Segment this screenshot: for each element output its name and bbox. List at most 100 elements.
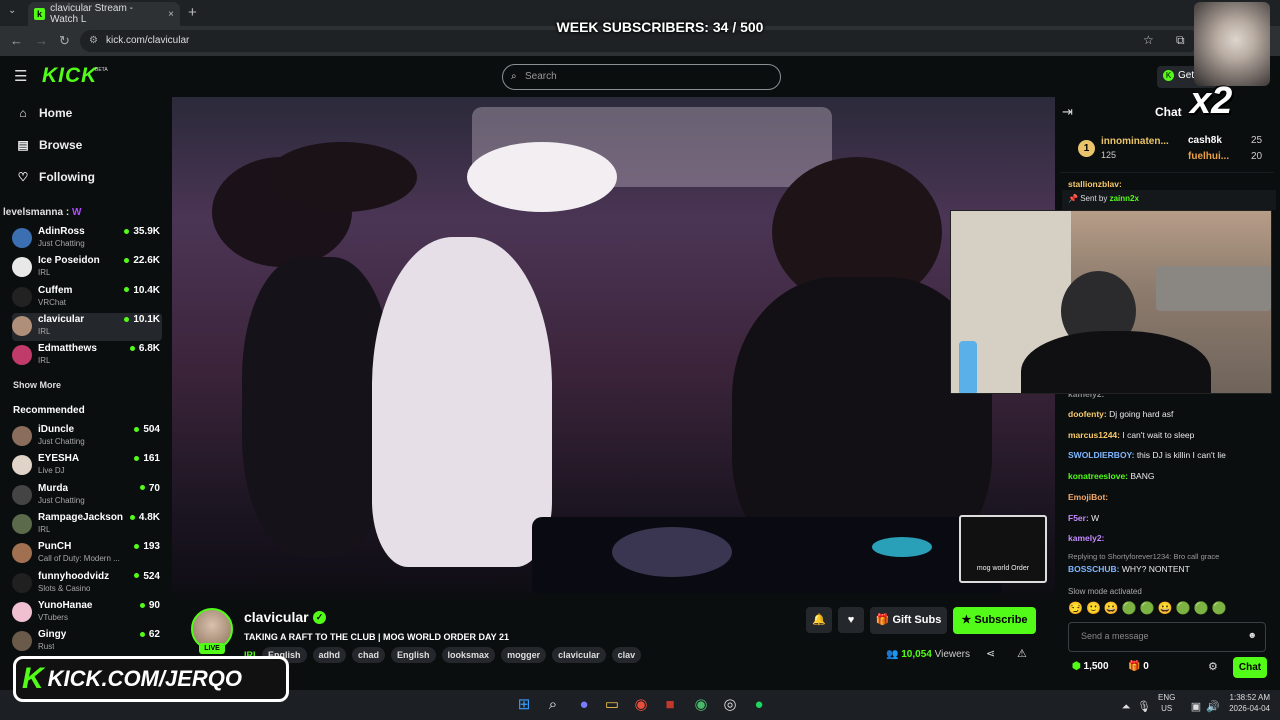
channel-viewers: 524 xyxy=(134,571,160,582)
discord-icon[interactable]: ● xyxy=(574,695,594,715)
chat-username[interactable]: doofenty: xyxy=(1068,409,1107,419)
notification-bell-icon[interactable]: 🔔 xyxy=(806,607,832,633)
bookmark-star-icon[interactable]: ☆ xyxy=(1143,33,1154,47)
channel-name[interactable]: clavicular xyxy=(244,609,309,625)
leader-value: 25 xyxy=(1251,135,1263,146)
chat-username[interactable]: EmojiBot: xyxy=(1068,492,1108,502)
search-input[interactable]: ⌕ Search xyxy=(502,64,781,90)
channel-avatar xyxy=(12,315,32,336)
sidebar-channel[interactable]: EYESHA Live DJ 161 xyxy=(12,452,162,480)
reload-icon[interactable]: ↻ xyxy=(59,33,70,49)
chat-username[interactable]: konatreeslove: xyxy=(1068,471,1128,481)
sidebar-channel[interactable]: Cuffem VRChat 10.4K xyxy=(12,284,162,312)
channel-category: VTubers xyxy=(38,612,68,622)
follow-heart-icon[interactable]: ♥ xyxy=(838,607,864,633)
back-icon[interactable]: ← xyxy=(10,33,23,48)
stream-tag[interactable]: looksmax xyxy=(441,647,496,663)
stream-tool-icon[interactable]: ■ xyxy=(660,695,680,715)
sidebar-channel[interactable]: Edmatthews IRL 6.8K xyxy=(12,342,162,370)
share-icon[interactable]: ⋖ xyxy=(986,647,995,660)
chat-rewards[interactable]: 🎁 0 xyxy=(1128,661,1149,672)
new-tab-button[interactable]: + xyxy=(188,4,197,21)
sidebar-channel[interactable]: Ice Poseidon IRL 22.6K xyxy=(12,254,162,282)
collapse-chat-icon[interactable]: ⇥ xyxy=(1062,104,1073,120)
language-indicator[interactable]: ENG US xyxy=(1158,692,1175,714)
stream-tag[interactable]: mogger xyxy=(501,647,547,663)
beta-label: BETA xyxy=(95,67,108,73)
sidebar-channel[interactable]: Gingy Rust 62 xyxy=(12,628,162,656)
chat-username[interactable]: SWOLDIERBOY: xyxy=(1068,450,1134,460)
sidebar-channel[interactable]: PunCH Call of Duty: Modern ... 193 xyxy=(12,540,162,568)
tab-close-icon[interactable]: × xyxy=(168,9,174,20)
gift-subs-button[interactable]: 🎁 Gift Subs xyxy=(870,607,947,634)
sidebar-nav-home[interactable]: ⌂ Home xyxy=(16,106,72,120)
taskbar-search-icon[interactable]: ⌕ xyxy=(543,695,563,715)
leader-name[interactable]: innominaten... xyxy=(1101,136,1169,147)
sidebar-nav-browse[interactable]: ▤ Browse xyxy=(16,138,82,152)
channel-name: Gingy xyxy=(38,629,67,641)
site-info-icon[interactable]: ⚙ xyxy=(89,30,98,52)
viewer-count: 👥 10,054 Viewers xyxy=(886,649,970,660)
leader-name[interactable]: fuelhui... xyxy=(1188,151,1229,162)
chrome-icon[interactable]: ◉ xyxy=(631,695,651,715)
chrome-profile-icon[interactable]: ◉ xyxy=(691,695,711,715)
nav-label: Following xyxy=(39,170,95,184)
volume-icon[interactable]: 🔊 xyxy=(1203,697,1223,717)
report-icon[interactable]: ⚠ xyxy=(1017,647,1027,660)
tab-title: clavicular Stream - Watch L xyxy=(50,3,133,25)
channel-category: Just Chatting xyxy=(38,437,85,446)
microphone-icon[interactable]: 🎙 xyxy=(1134,697,1154,717)
emote-bar[interactable]: 😏🙂😀🟢🟢😀🟢🟢🟢 xyxy=(1068,601,1229,615)
sidebar-nav-following[interactable]: ♡ Following xyxy=(16,170,95,184)
sidebar-channel[interactable]: Murda Just Chatting 70 xyxy=(12,482,162,510)
chat-settings-gear-icon[interactable]: ⚙ xyxy=(1208,660,1218,673)
pin-icon: 📌 xyxy=(1068,194,1081,203)
send-chat-button[interactable]: Chat xyxy=(1233,657,1267,678)
stream-tag[interactable]: English xyxy=(391,647,436,663)
menu-hamburger-icon[interactable]: ☰ xyxy=(14,67,27,85)
sidebar-channel[interactable]: iDuncle Just Chatting 504 xyxy=(12,423,162,451)
kick-logo[interactable]: KICK xyxy=(42,64,97,88)
tab-search-icon[interactable]: ⌄ xyxy=(8,5,16,16)
stream-tag[interactable]: chad xyxy=(352,647,386,663)
chat-input[interactable]: Send a message ☻ xyxy=(1068,622,1266,652)
channel-avatar xyxy=(12,228,32,248)
windows-start-icon[interactable]: ⊞ xyxy=(514,695,534,715)
spotify-icon[interactable]: ● xyxy=(749,695,769,715)
tray-icons[interactable]: ⏶ xyxy=(1116,697,1136,717)
video-player[interactable] xyxy=(172,97,1055,593)
browser-tab[interactable]: k clavicular Stream - Watch L × xyxy=(28,2,180,26)
forward-icon[interactable]: → xyxy=(35,33,48,48)
emoji-picker-icon[interactable]: ☻ xyxy=(1248,630,1257,640)
chat-username[interactable]: marcus1244: xyxy=(1068,430,1120,440)
sidebar-channel[interactable]: funnyhoodvidz Slots & Casino 524 xyxy=(12,570,162,598)
sidebar-channel[interactable]: clavicular IRL 10.1K xyxy=(12,312,162,341)
subscribe-button[interactable]: ★ Subscribe xyxy=(953,607,1036,634)
stream-tag[interactable]: adhd xyxy=(312,647,347,663)
channel-name: Murda xyxy=(38,482,68,494)
sidebar-channel[interactable]: YunoHanae VTubers 90 xyxy=(12,599,162,627)
kick-k-logo: K xyxy=(22,662,44,695)
url-text: kick.com/clavicular xyxy=(106,35,190,46)
gift-icon: 🎁 xyxy=(875,614,893,626)
system-clock[interactable]: 1:38:52 AM 2026-04-04 xyxy=(1222,692,1270,714)
chat-username[interactable]: kamely2: xyxy=(1068,533,1104,543)
extensions-icon[interactable]: ⧉ xyxy=(1176,33,1185,48)
chat-text: BANG xyxy=(1130,471,1155,482)
stream-tag[interactable]: clavicular xyxy=(552,647,606,663)
cat-overlay-image xyxy=(1194,2,1270,86)
stream-tag[interactable]: clav xyxy=(611,647,642,663)
file-explorer-icon[interactable]: ▭ xyxy=(602,695,622,715)
show-more-link[interactable]: Show More xyxy=(13,380,61,390)
verified-icon: ✓ xyxy=(313,611,326,624)
channel-category: Call of Duty: Modern ... xyxy=(38,554,120,564)
obs-icon[interactable]: ◎ xyxy=(720,695,740,715)
video-person-white-tank xyxy=(372,237,552,567)
channel-avatar xyxy=(12,484,32,505)
leader-name[interactable]: cash8k xyxy=(1188,135,1222,146)
chat-username[interactable]: F5er: xyxy=(1068,513,1089,523)
channel-points[interactable]: ⬢ 1,500 xyxy=(1072,661,1109,672)
sidebar-channel[interactable]: RampageJackson IRL 4.8K xyxy=(12,511,162,539)
channel-name: Cuffem xyxy=(38,284,73,296)
sidebar-channel[interactable]: AdinRoss Just Chatting 35.9K xyxy=(12,225,162,253)
